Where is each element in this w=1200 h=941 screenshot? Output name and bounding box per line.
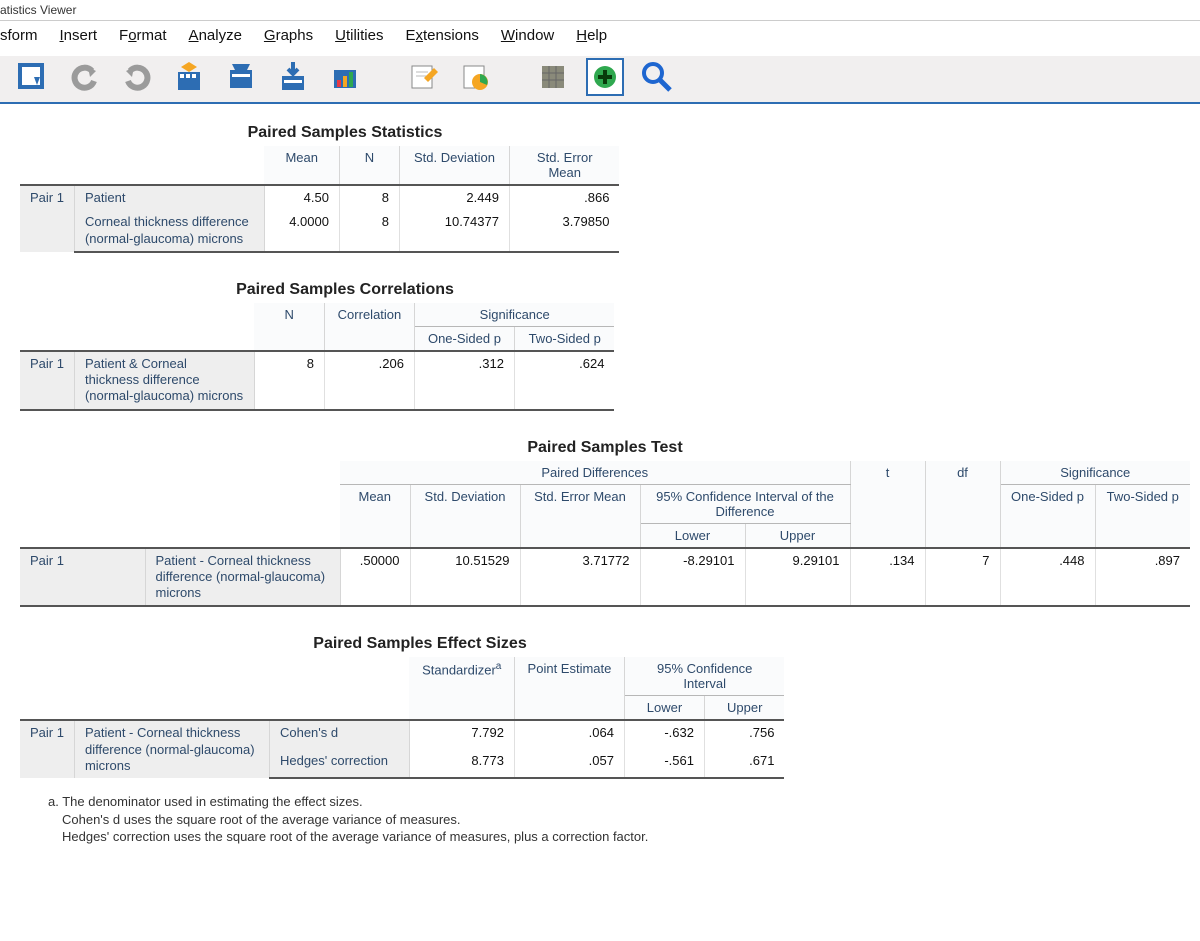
col-p2: Two-Sided p (514, 326, 614, 351)
chart-icon[interactable] (326, 58, 364, 96)
search-icon[interactable] (638, 58, 676, 96)
row-label: Patient - Corneal thickness difference (… (74, 720, 269, 778)
col-sd: Std. Deviation (410, 484, 520, 548)
redo-icon[interactable] (118, 58, 156, 96)
menu-window[interactable]: Window (501, 27, 554, 44)
paired-samples-statistics-table: Mean N Std. Deviation Std. Error Mean Pa… (20, 146, 619, 253)
row-label: Patient (74, 185, 264, 210)
col-upper: Upper (745, 523, 850, 548)
menu-transform[interactable]: sform (0, 27, 38, 44)
paired-samples-correlations-table: N Correlation Significance One-Sided p T… (20, 303, 614, 411)
col-p1: One-Sided p (1000, 484, 1095, 548)
table-row: Pair 1 Patient & Corneal thickness diffe… (20, 351, 614, 410)
col-sig: Significance (1000, 461, 1190, 485)
col-sd: Std. Deviation (399, 146, 509, 185)
table-row: Pair 1 Patient 4.50 8 2.449 .866 (20, 185, 619, 210)
col-ci: 95% Confidence Interval of the Differenc… (640, 484, 850, 523)
pair-label: Pair 1 (20, 351, 74, 410)
col-lower: Lower (640, 523, 745, 548)
col-p2: Two-Sided p (1095, 484, 1190, 548)
table3-title: Paired Samples Test (20, 439, 1190, 457)
undo-icon[interactable] (66, 58, 104, 96)
effect-name: Hedges' correction (269, 749, 409, 778)
menu-graphs[interactable]: Graphs (264, 27, 313, 44)
goto-variable-icon[interactable] (222, 58, 260, 96)
add-icon[interactable] (586, 58, 624, 96)
menubar: sform Insert Format Analyze Graphs Utili… (0, 21, 1200, 56)
col-pe: Point Estimate (514, 657, 624, 720)
col-corr: Correlation (324, 303, 414, 351)
col-df: df (925, 461, 1000, 548)
col-n: N (339, 146, 399, 185)
col-ci: 95% Confidence Interval (624, 657, 784, 696)
goto-data-icon[interactable] (170, 58, 208, 96)
row-label: Corneal thickness difference (normal-gla… (74, 210, 264, 252)
output-content: Paired Samples Statistics Mean N Std. De… (0, 104, 1200, 912)
menu-help[interactable]: Help (576, 27, 607, 44)
table-row: Pair 1 Patient - Corneal thickness diffe… (20, 720, 784, 749)
col-upper: Upper (704, 696, 784, 721)
menu-insert[interactable]: Insert (60, 27, 98, 44)
col-pd: Paired Differences (340, 461, 850, 485)
edit-icon[interactable] (404, 58, 442, 96)
report-icon[interactable] (456, 58, 494, 96)
col-sem: Std. Error Mean (520, 484, 640, 548)
paired-samples-effect-sizes-table: Standardizera Point Estimate 95% Confide… (20, 657, 784, 779)
row-label: Patient & Corneal thickness difference (… (74, 351, 254, 410)
table-row: Corneal thickness difference (normal-gla… (20, 210, 619, 252)
toolbar (0, 56, 1200, 104)
col-sig: Significance (414, 303, 614, 327)
effect-name: Cohen's d (269, 720, 409, 749)
pair-label: Pair 1 (20, 720, 74, 778)
grid-icon[interactable] (534, 58, 572, 96)
pair-label: Pair 1 (20, 185, 74, 252)
menu-extensions[interactable]: Extensions (405, 27, 478, 44)
pair-label: Pair 1 (20, 548, 145, 607)
export-icon[interactable] (274, 58, 312, 96)
col-n: N (254, 303, 324, 351)
footnote: a. The denominator used in estimating th… (48, 793, 820, 846)
paired-samples-test-table: Paired Differences t df Significance Mea… (20, 461, 1190, 608)
row-label: Patient - Corneal thickness difference (… (145, 548, 340, 607)
col-p1: One-Sided p (414, 326, 514, 351)
menu-format[interactable]: Format (119, 27, 167, 44)
table4-title: Paired Samples Effect Sizes (20, 635, 820, 653)
open-data-icon[interactable] (14, 58, 52, 96)
col-sem: Std. Error Mean (509, 146, 619, 185)
table-row: Pair 1 Patient - Corneal thickness diffe… (20, 548, 1190, 607)
col-lower: Lower (624, 696, 704, 721)
window-title: atistics Viewer (0, 0, 1200, 21)
table2-title: Paired Samples Correlations (20, 281, 670, 299)
col-t: t (850, 461, 925, 548)
menu-utilities[interactable]: Utilities (335, 27, 383, 44)
col-mean: Mean (340, 484, 410, 548)
col-standardizer: Standardizera (409, 657, 514, 720)
col-mean: Mean (264, 146, 339, 185)
menu-analyze[interactable]: Analyze (189, 27, 242, 44)
table1-title: Paired Samples Statistics (20, 124, 670, 142)
